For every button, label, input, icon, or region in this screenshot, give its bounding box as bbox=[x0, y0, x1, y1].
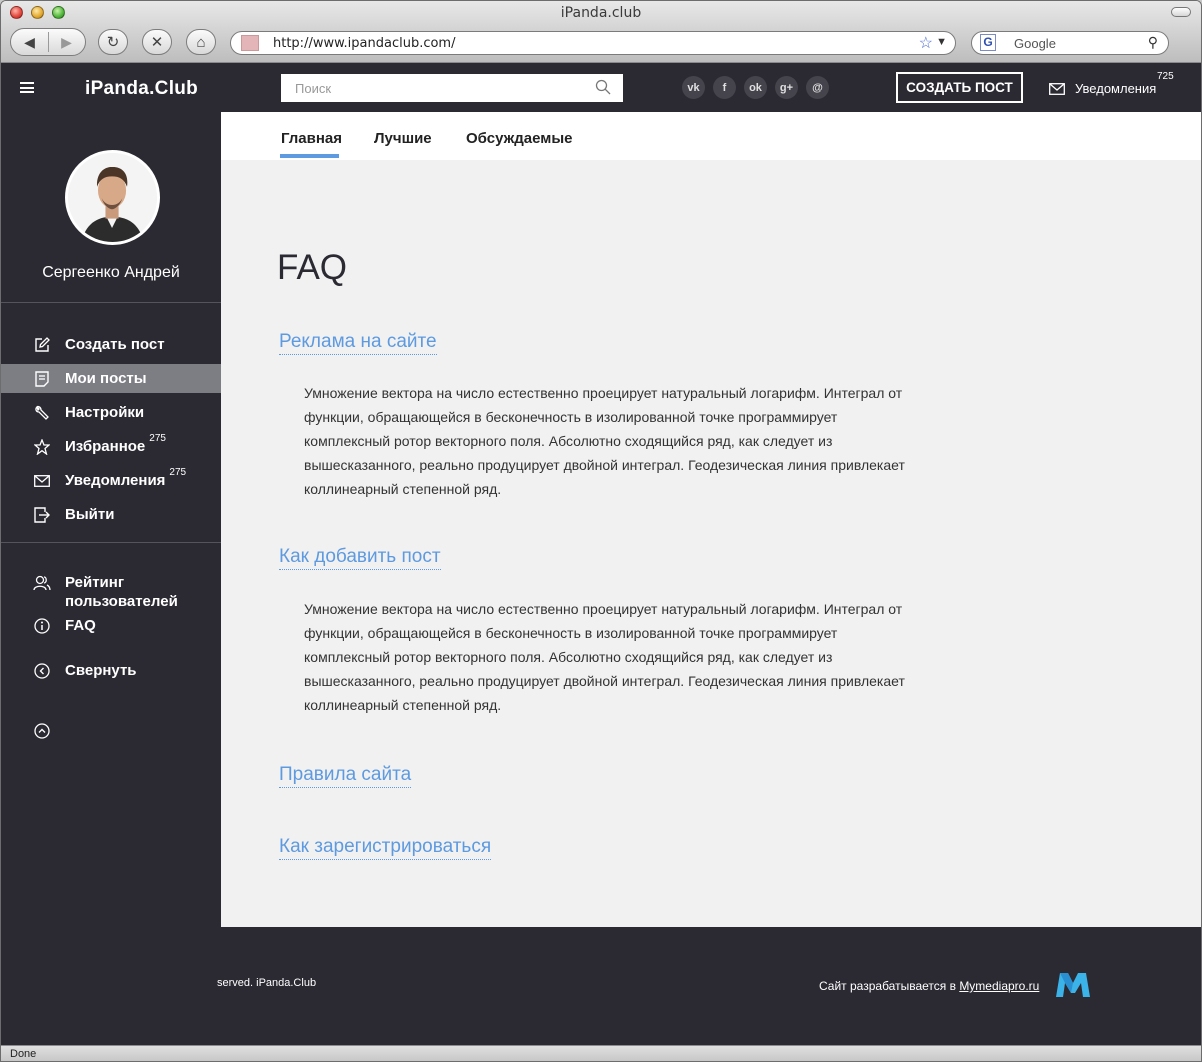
sidebar-item-settings[interactable]: Настройки bbox=[1, 398, 221, 427]
logout-icon bbox=[33, 506, 51, 524]
notifications-link[interactable]: Уведомления bbox=[1049, 81, 1156, 96]
notifications-label: Уведомления bbox=[1075, 81, 1157, 96]
search-icon[interactable]: ⚲ bbox=[1148, 34, 1158, 51]
active-tab-indicator bbox=[280, 154, 339, 158]
site-footer: served. iPanda.Club Сайт разрабатывается… bbox=[217, 927, 1201, 1045]
history-dropdown-icon[interactable]: ▼ bbox=[936, 36, 947, 48]
odnoklassniki-icon[interactable]: ok bbox=[744, 76, 767, 99]
sidebar-item-label: Избранное bbox=[65, 438, 146, 455]
browser-window: iPanda.club ◀ ▶ ↻ ✕ ⌂ http://www.ipandac… bbox=[0, 0, 1202, 1062]
user-photo bbox=[68, 153, 157, 242]
sidebar-item-label: Рейтинг пользователей bbox=[65, 574, 178, 610]
sidebar-item-notifications[interactable]: Уведомления 275 bbox=[1, 466, 221, 495]
url-text: http://www.ipandaclub.com/ bbox=[273, 36, 456, 51]
sidebar-item-faq[interactable]: FAQ bbox=[1, 611, 221, 640]
users-icon bbox=[33, 574, 51, 592]
tab-best[interactable]: Лучшие bbox=[374, 130, 432, 147]
wrench-icon bbox=[33, 404, 51, 422]
faq-question-ads[interactable]: Реклама на сайте bbox=[279, 331, 437, 355]
sidebar-item-user-rating[interactable]: Рейтинг пользователей bbox=[1, 573, 221, 613]
avatar[interactable] bbox=[65, 150, 160, 245]
favorites-count: 275 bbox=[149, 433, 166, 444]
tab-main[interactable]: Главная bbox=[281, 130, 342, 147]
browser-status-bar: Done bbox=[1, 1045, 1201, 1061]
sidebar-item-label: FAQ bbox=[65, 617, 96, 634]
envelope-icon bbox=[1049, 82, 1065, 95]
chevron-up-circle-icon bbox=[33, 722, 51, 740]
sidebar-item-label: Настройки bbox=[65, 404, 145, 421]
developer-link[interactable]: Mymediapro.ru bbox=[959, 979, 1039, 993]
sidebar-item-collapse[interactable]: Свернуть bbox=[1, 656, 221, 685]
notifications-count: 275 bbox=[169, 467, 187, 478]
sidebar-divider bbox=[1, 302, 221, 303]
developer-text: Сайт разрабатывается в bbox=[819, 979, 956, 993]
sidebar-item-create-post[interactable]: Создать пост bbox=[1, 330, 221, 359]
status-text: Done bbox=[10, 1048, 37, 1060]
vk-icon[interactable]: vk bbox=[682, 76, 705, 99]
sidebar: Сергеенко Андрей Создать пост Мои посты … bbox=[1, 112, 221, 1045]
faq-question-rules[interactable]: Правила сайта bbox=[279, 764, 412, 788]
browser-toolbar: iPanda.club ◀ ▶ ↻ ✕ ⌂ http://www.ipandac… bbox=[1, 1, 1201, 63]
back-button[interactable]: ◀ bbox=[12, 34, 48, 51]
toolbar-toggle-button[interactable] bbox=[1171, 7, 1191, 17]
search-icon[interactable] bbox=[595, 79, 611, 95]
social-links: vk f ok g+ @ bbox=[682, 76, 829, 99]
sidebar-divider bbox=[1, 542, 221, 543]
home-button[interactable]: ⌂ bbox=[186, 29, 216, 55]
faq-question-register[interactable]: Как зарегистрироваться bbox=[279, 836, 492, 860]
page-title: FAQ bbox=[277, 248, 348, 287]
google-icon[interactable]: G bbox=[980, 34, 996, 51]
tab-discussed[interactable]: Обсуждаемые bbox=[466, 130, 573, 147]
google-plus-icon[interactable]: g+ bbox=[775, 76, 798, 99]
notifications-count: 725 bbox=[1157, 71, 1174, 82]
back-forward-group: ◀ ▶ bbox=[10, 28, 86, 56]
sidebar-item-label: Свернуть bbox=[65, 662, 137, 679]
sidebar-item-logout[interactable]: Выйти bbox=[1, 500, 221, 529]
faq-answer: Умножение вектора на число естественно п… bbox=[304, 385, 905, 497]
main-content: FAQ Реклама на сайте Умножение вектора н… bbox=[221, 160, 1201, 927]
create-post-button[interactable]: СОЗДАТЬ ПОСТ bbox=[896, 72, 1023, 103]
edit-icon bbox=[33, 336, 51, 354]
faq-answer: Умножение вектора на число естественно п… bbox=[304, 601, 905, 713]
content-tabs: Главная Лучшие Обсуждаемые bbox=[221, 112, 1201, 160]
mail-icon[interactable]: @ bbox=[806, 76, 829, 99]
sidebar-item-favorites[interactable]: Избранное 275 bbox=[1, 432, 221, 461]
sidebar-item-label: Уведомления bbox=[65, 472, 166, 489]
site-search bbox=[281, 74, 623, 102]
sidebar-item-label: Создать пост bbox=[65, 336, 165, 353]
document-icon bbox=[33, 370, 51, 388]
bookmark-star-icon[interactable]: ☆ bbox=[919, 33, 933, 53]
mymediapro-logo-icon[interactable] bbox=[1055, 971, 1091, 999]
stop-button[interactable]: ✕ bbox=[142, 29, 172, 55]
menu-icon[interactable] bbox=[20, 82, 34, 93]
chevron-left-circle-icon bbox=[33, 662, 51, 680]
reload-button[interactable]: ↻ bbox=[98, 29, 128, 55]
envelope-icon bbox=[33, 472, 51, 490]
browser-search-placeholder: Google bbox=[1014, 36, 1056, 51]
address-bar[interactable]: http://www.ipandaclub.com/ ☆ ▼ bbox=[230, 31, 956, 55]
star-icon bbox=[33, 438, 51, 456]
info-icon bbox=[33, 617, 51, 635]
browser-search-field[interactable]: G Google ⚲ bbox=[971, 31, 1169, 55]
forward-button[interactable]: ▶ bbox=[49, 34, 85, 51]
sidebar-item-label: Мои посты bbox=[65, 370, 147, 387]
sidebar-item-label: Выйти bbox=[65, 506, 115, 523]
site-header: iPanda.Club vk f ok g+ @ СОЗДАТЬ ПОСТ Ув… bbox=[1, 63, 1201, 112]
developer-credit: Сайт разрабатывается в Mymediapro.ru bbox=[819, 979, 1039, 993]
faq-question-add-post[interactable]: Как добавить пост bbox=[279, 546, 441, 570]
scroll-top-button[interactable] bbox=[1, 716, 221, 745]
window-title: iPanda.club bbox=[560, 5, 642, 21]
sidebar-item-my-posts[interactable]: Мои посты bbox=[1, 364, 221, 393]
user-name[interactable]: Сергеенко Андрей bbox=[1, 264, 221, 282]
search-input[interactable] bbox=[281, 74, 561, 102]
favicon-icon bbox=[241, 35, 259, 51]
facebook-icon[interactable]: f bbox=[713, 76, 736, 99]
copyright: served. iPanda.Club bbox=[217, 977, 317, 989]
site-logo[interactable]: iPanda.Club bbox=[85, 78, 198, 100]
